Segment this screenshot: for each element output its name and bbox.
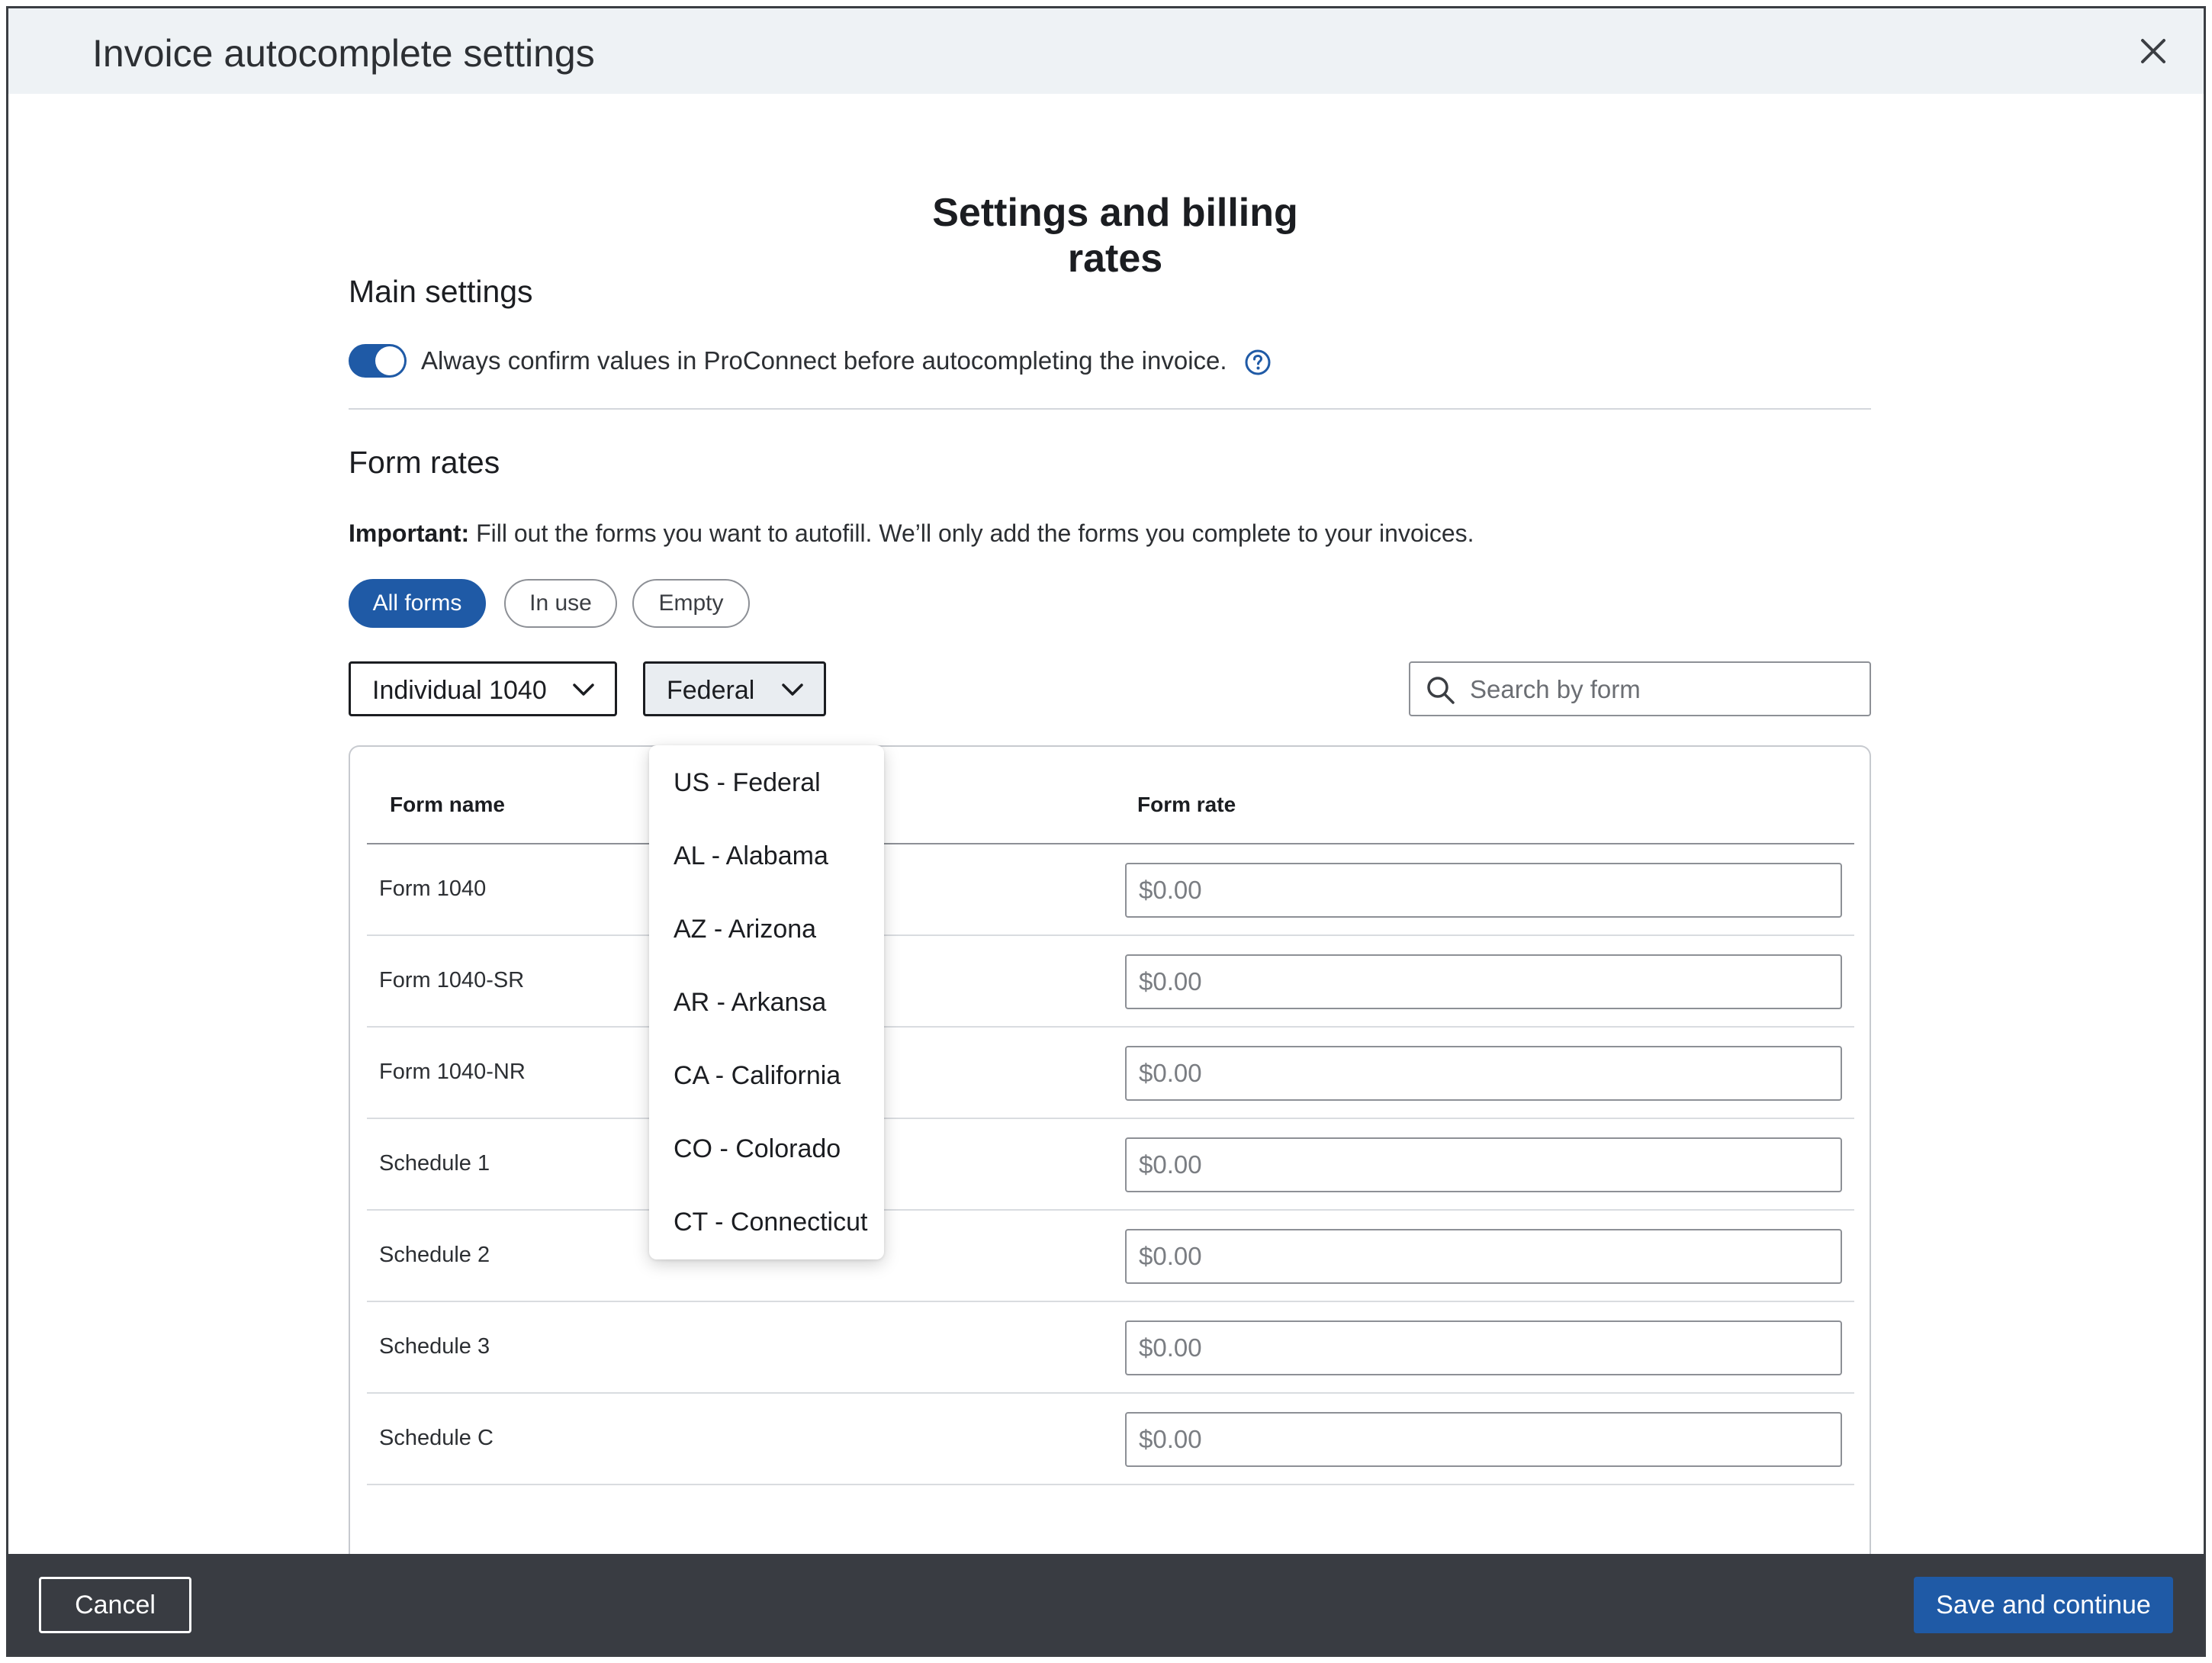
form-name: Form 1040-SR bbox=[379, 968, 525, 992]
jurisdiction-dropdown-menu: US - Federal AL - Alabama AZ - Arizona A… bbox=[649, 745, 884, 1259]
dialog-title: Invoice autocomplete settings bbox=[92, 32, 595, 75]
dialog-header: Invoice autocomplete settings bbox=[8, 8, 2204, 94]
jurisdiction-select[interactable]: Federal bbox=[643, 661, 826, 716]
menu-item-ct-connecticut[interactable]: CT - Connecticut bbox=[674, 1208, 867, 1237]
form-rate-input[interactable] bbox=[1125, 1137, 1842, 1192]
search-input[interactable] bbox=[1470, 672, 1851, 707]
close-icon bbox=[2141, 39, 2165, 63]
form-name: Schedule 1 bbox=[379, 1151, 490, 1176]
form-rates-table: Form name Form rate Form 1040 Form 1040-… bbox=[349, 745, 1871, 1655]
table-row: Form 1040 bbox=[367, 844, 1854, 936]
menu-item-ar-arkansa[interactable]: AR - Arkansa bbox=[674, 988, 826, 1018]
close-button[interactable] bbox=[2133, 31, 2173, 71]
question-circle-icon[interactable] bbox=[1244, 349, 1272, 376]
column-header-form-rate: Form rate bbox=[1137, 793, 1236, 816]
form-rate-input[interactable] bbox=[1125, 1320, 1842, 1375]
menu-item-az-arizona[interactable]: AZ - Arizona bbox=[674, 915, 816, 944]
main-settings-heading: Main settings bbox=[349, 274, 533, 309]
menu-item-al-alabama[interactable]: AL - Alabama bbox=[674, 841, 828, 871]
table-row: Form 1040-SR bbox=[367, 936, 1854, 1028]
form-name: Form 1040 bbox=[379, 877, 487, 901]
form-name: Schedule 2 bbox=[379, 1243, 490, 1267]
filter-empty[interactable]: Empty bbox=[632, 579, 750, 628]
page-title: Settings and billing rates bbox=[932, 191, 1298, 281]
chevron-down-icon bbox=[573, 684, 594, 696]
form-name: Schedule 3 bbox=[379, 1334, 490, 1359]
column-header-form-name: Form name bbox=[390, 793, 505, 816]
menu-item-ca-california[interactable]: CA - California bbox=[674, 1061, 841, 1091]
form-name: Form 1040-NR bbox=[379, 1060, 526, 1084]
form-type-select[interactable]: Individual 1040 bbox=[349, 661, 617, 716]
menu-item-co-colorado[interactable]: CO - Colorado bbox=[674, 1134, 841, 1164]
search-icon bbox=[1427, 677, 1455, 704]
important-text: Fill out the forms you want to autofill.… bbox=[469, 519, 1474, 547]
invoice-settings-dialog: Invoice autocomplete settings Settings a… bbox=[6, 6, 2206, 1657]
table-row: Schedule C bbox=[367, 1394, 1854, 1485]
toggle-label: Always confirm values in ProConnect befo… bbox=[421, 346, 1227, 375]
table-row: Schedule 1 bbox=[367, 1119, 1854, 1211]
menu-item-us-federal[interactable]: US - Federal bbox=[674, 768, 821, 798]
form-rate-input[interactable] bbox=[1125, 1412, 1842, 1467]
cancel-button[interactable]: Cancel bbox=[39, 1577, 191, 1633]
important-label: Important: bbox=[349, 519, 470, 547]
chevron-down-icon bbox=[782, 684, 803, 696]
search-by-form bbox=[1409, 661, 1871, 716]
filter-in-use[interactable]: In use bbox=[504, 579, 617, 628]
form-name: Schedule C bbox=[379, 1426, 494, 1450]
important-note: Important: Fill out the forms you want t… bbox=[349, 519, 1474, 548]
save-and-continue-button[interactable]: Save and continue bbox=[1914, 1577, 2173, 1633]
toggle-knob bbox=[375, 346, 404, 375]
filter-all-forms[interactable]: All forms bbox=[349, 579, 486, 628]
table-row: Schedule 3 bbox=[367, 1302, 1854, 1394]
form-type-value: Individual 1040 bbox=[372, 676, 547, 705]
table-row: Schedule 2 bbox=[367, 1211, 1854, 1302]
table-row: Form 1040-NR bbox=[367, 1028, 1854, 1119]
dialog-footer: Cancel Save and continue bbox=[8, 1554, 2204, 1655]
section-divider bbox=[349, 408, 1871, 410]
confirm-values-toggle[interactable] bbox=[349, 344, 407, 378]
form-rate-input[interactable] bbox=[1125, 1229, 1842, 1284]
form-rate-input[interactable] bbox=[1125, 1046, 1842, 1101]
form-rates-heading: Form rates bbox=[349, 445, 500, 480]
form-rate-input[interactable] bbox=[1125, 954, 1842, 1009]
jurisdiction-value: Federal bbox=[667, 676, 755, 705]
form-rate-input[interactable] bbox=[1125, 863, 1842, 918]
